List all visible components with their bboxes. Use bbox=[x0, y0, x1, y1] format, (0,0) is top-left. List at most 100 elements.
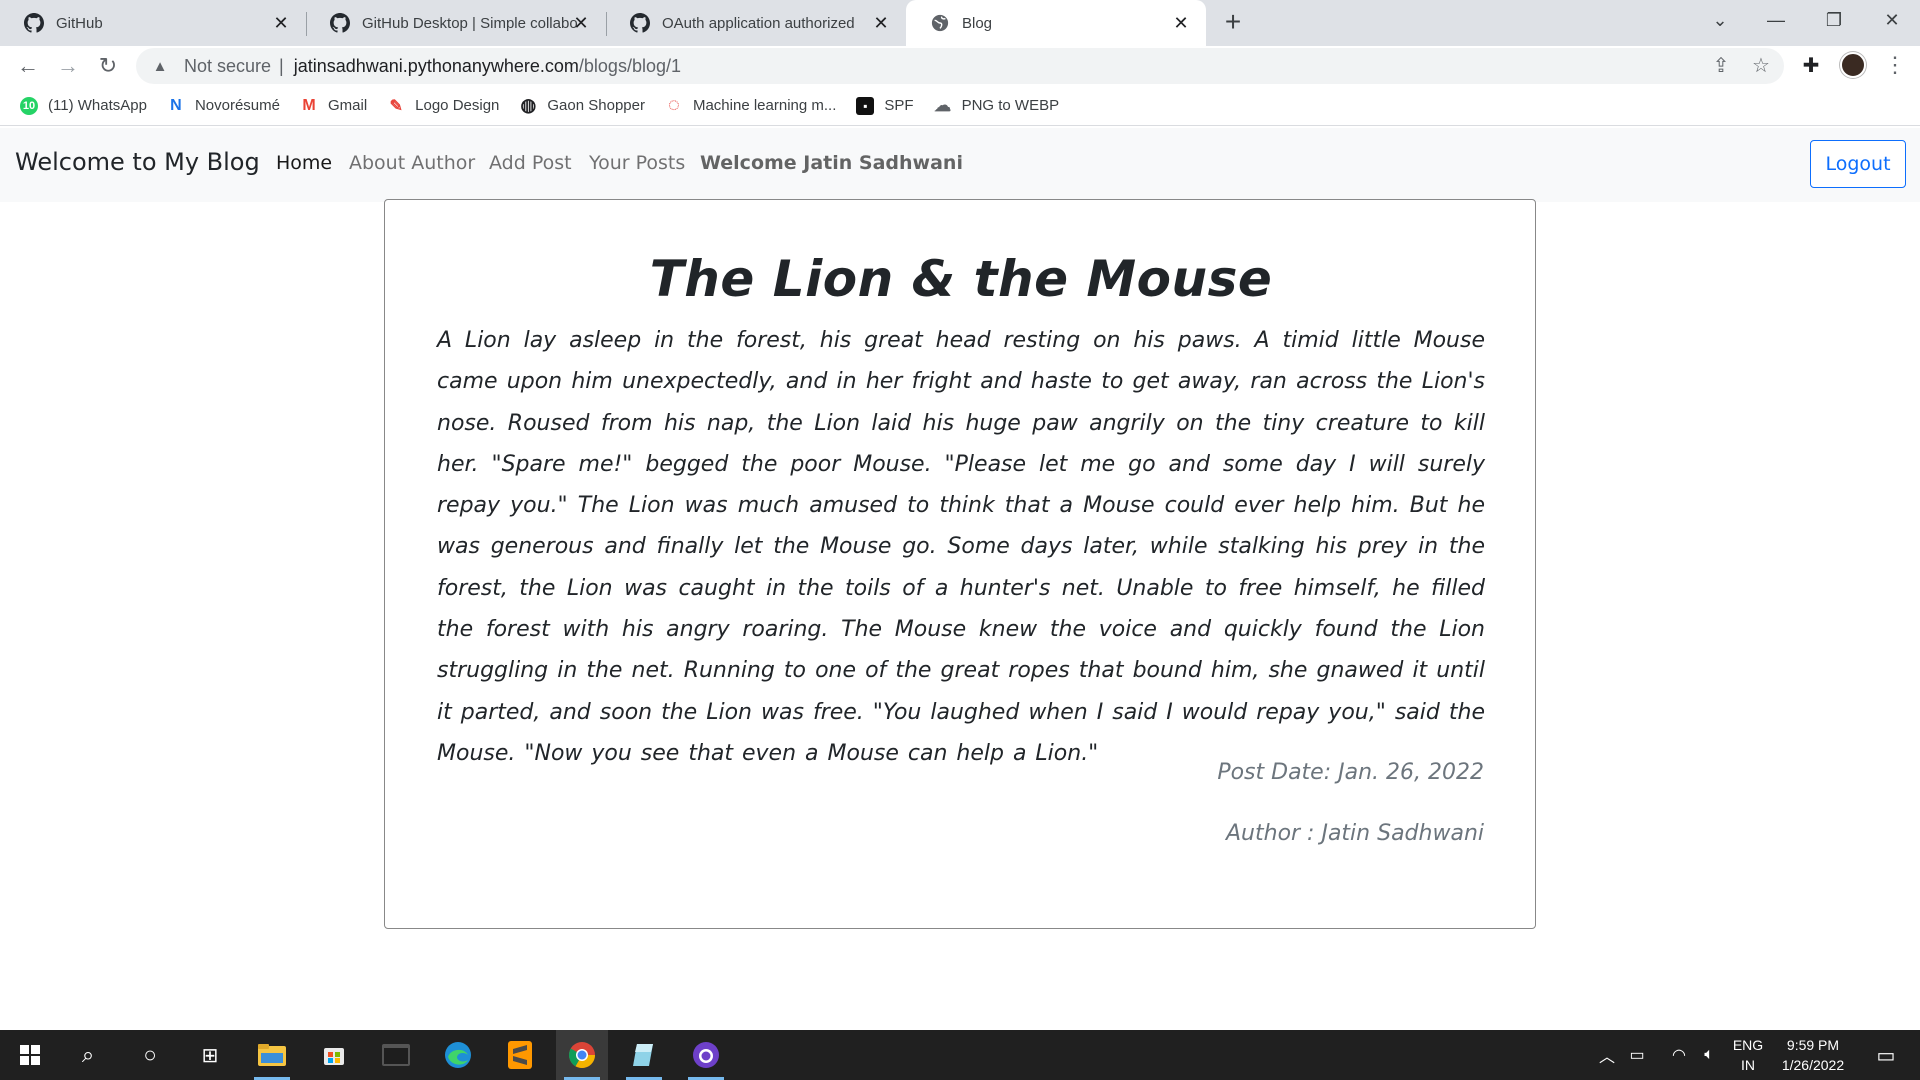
bookmark-png-to-webp[interactable]: ☁ PNG to WEBP bbox=[934, 95, 1060, 115]
bookmark-spf[interactable]: ▪ SPF bbox=[856, 96, 914, 115]
nav-home[interactable]: Home bbox=[276, 152, 332, 174]
site-navbar: Welcome to My Blog Home About Author Add… bbox=[0, 128, 1920, 202]
window-close-icon[interactable]: ✕ bbox=[1864, 0, 1920, 40]
bookmark-label: (11) WhatsApp bbox=[48, 97, 147, 114]
notes-app-icon[interactable] bbox=[618, 1030, 670, 1080]
tab-search-chevron-icon[interactable]: ⌄ bbox=[1692, 0, 1748, 40]
globe-icon: ◍ bbox=[520, 95, 537, 115]
novoresume-icon: N bbox=[170, 96, 182, 114]
address-bar[interactable]: ▲ Not secure | jatinsadhwani.pythonanywh… bbox=[136, 48, 1784, 84]
cloud-icon: ☁ bbox=[934, 95, 952, 115]
logo-design-icon: ✎ bbox=[389, 97, 403, 115]
welcome-user-text: Welcome Jatin Sadhwani bbox=[700, 152, 963, 174]
back-arrow-icon[interactable]: ← bbox=[12, 50, 44, 82]
tab-blog[interactable]: Blog ✕ bbox=[906, 0, 1206, 46]
task-view-icon[interactable]: ⊞ bbox=[184, 1030, 236, 1080]
bookmark-novoresume[interactable]: N Novorésumé bbox=[167, 97, 280, 115]
post-date: Post Date: Jan. 26, 2022 bbox=[1217, 760, 1484, 785]
post-card: The Lion & the Mouse A Lion lay asleep i… bbox=[384, 199, 1536, 929]
nav-add-post[interactable]: Add Post bbox=[489, 152, 572, 174]
new-tab-button[interactable]: + bbox=[1218, 8, 1248, 38]
minimize-icon[interactable]: — bbox=[1748, 0, 1804, 40]
logout-button[interactable]: Logout bbox=[1810, 140, 1906, 188]
terminal-icon[interactable] bbox=[370, 1030, 422, 1080]
globe-icon bbox=[930, 13, 950, 33]
tab-github-desktop[interactable]: GitHub Desktop | Simple collabo ✕ bbox=[306, 0, 606, 46]
github-icon bbox=[630, 13, 650, 33]
notification-center-icon[interactable]: ▭ bbox=[1860, 1030, 1912, 1080]
tab-title: GitHub Desktop | Simple collabo bbox=[362, 14, 578, 32]
edge-browser-icon[interactable] bbox=[432, 1030, 484, 1080]
browser-toolbar: ← → ↻ ▲ Not secure | jatinsadhwani.pytho… bbox=[0, 46, 1920, 86]
bookmark-gaon-shopper[interactable]: ◍ Gaon Shopper bbox=[519, 95, 645, 115]
language-indicator[interactable]: ENG IN bbox=[1730, 1035, 1766, 1075]
wifi-icon[interactable]: ◠ bbox=[1664, 1030, 1694, 1080]
post-title: The Lion & the Mouse bbox=[649, 250, 1273, 308]
tab-oauth[interactable]: OAuth application authorized ✕ bbox=[606, 0, 906, 46]
forward-arrow-icon[interactable]: → bbox=[52, 50, 84, 82]
nav-about-author[interactable]: About Author bbox=[349, 152, 475, 174]
browser-tab-strip: GitHub ✕ GitHub Desktop | Simple collabo… bbox=[0, 0, 1920, 46]
close-icon[interactable]: ✕ bbox=[270, 12, 292, 34]
sublime-text-icon[interactable] bbox=[494, 1030, 546, 1080]
nav-your-posts[interactable]: Your Posts bbox=[589, 152, 685, 174]
profile-avatar[interactable] bbox=[1840, 52, 1866, 78]
windows-taskbar: ⌕ ○ ⊞ ︿ ▭ ◠ 🔈︎ ENG IN 9:59 PM 1/26/2022 … bbox=[0, 1030, 1920, 1080]
warning-triangle-icon[interactable]: ▲ bbox=[150, 56, 170, 76]
battery-icon[interactable]: ▭ bbox=[1622, 1030, 1652, 1080]
whatsapp-icon: 10 bbox=[20, 96, 38, 115]
restore-icon[interactable]: ❐ bbox=[1806, 0, 1862, 40]
bookmark-gmail[interactable]: M Gmail bbox=[300, 97, 367, 115]
ml-icon: ◌ bbox=[668, 94, 680, 116]
chrome-icon[interactable] bbox=[556, 1030, 608, 1080]
language-code: ENG bbox=[1732, 1037, 1764, 1053]
bookmark-star-icon[interactable]: ☆ bbox=[1748, 52, 1774, 78]
file-explorer-icon[interactable] bbox=[246, 1030, 298, 1080]
tab-title: Blog bbox=[962, 14, 993, 32]
close-icon[interactable]: ✕ bbox=[570, 12, 592, 34]
site-brand[interactable]: Welcome to My Blog bbox=[15, 148, 260, 176]
clock-date: 1/26/2022 bbox=[1781, 1057, 1845, 1073]
browser-menu-icon[interactable]: ⋮ bbox=[1884, 50, 1906, 80]
post-body: A Lion lay asleep in the forest, his gre… bbox=[437, 328, 1485, 766]
tab-title: GitHub bbox=[56, 14, 103, 32]
close-icon[interactable]: ✕ bbox=[1170, 12, 1192, 34]
search-icon[interactable]: ⌕ bbox=[62, 1030, 114, 1080]
url-text[interactable]: jatinsadhwani.pythonanywhere.com/blogs/b… bbox=[294, 56, 681, 77]
url-host: jatinsadhwani.pythonanywhere.com bbox=[293, 55, 579, 76]
tray-chevron-up-icon[interactable]: ︿ bbox=[1592, 1030, 1622, 1080]
github-icon bbox=[330, 13, 350, 33]
bookmark-label: Gaon Shopper bbox=[547, 97, 645, 114]
cortana-icon[interactable]: ○ bbox=[124, 1030, 176, 1080]
spf-icon: ▪ bbox=[856, 96, 875, 115]
bookmark-label: Logo Design bbox=[415, 97, 500, 114]
post-author: Author : Jatin Sadhwani bbox=[1226, 821, 1484, 846]
reload-icon[interactable]: ↻ bbox=[92, 50, 124, 82]
extensions-puzzle-icon[interactable]: ✚ bbox=[1798, 52, 1824, 78]
bookmarks-bar: 10 (11) WhatsApp N Novorésumé M Gmail ✎ … bbox=[0, 86, 1920, 126]
tab-github[interactable]: GitHub ✕ bbox=[0, 0, 306, 46]
clock[interactable]: 9:59 PM 1/26/2022 bbox=[1772, 1035, 1854, 1075]
bookmark-label: Novorésumé bbox=[194, 97, 280, 114]
tab-title: OAuth application authorized bbox=[662, 14, 855, 32]
region-code: IN bbox=[1741, 1057, 1755, 1073]
close-icon[interactable]: ✕ bbox=[870, 12, 892, 34]
bookmark-label: SPF bbox=[884, 97, 914, 114]
gmail-icon: M bbox=[302, 96, 316, 114]
bookmark-whatsapp[interactable]: 10 (11) WhatsApp bbox=[20, 96, 147, 115]
bookmark-machine-learning[interactable]: ◌ Machine learning m... bbox=[665, 94, 837, 116]
share-icon[interactable]: ⇪ bbox=[1708, 52, 1734, 78]
clock-time: 9:59 PM bbox=[1786, 1037, 1840, 1053]
bookmark-label: Machine learning m... bbox=[692, 97, 837, 114]
divider: | bbox=[279, 55, 284, 76]
security-label[interactable]: Not secure bbox=[184, 56, 271, 77]
bookmark-label: PNG to WEBP bbox=[961, 97, 1060, 114]
url-path: /blogs/blog/1 bbox=[578, 55, 681, 76]
github-desktop-icon[interactable] bbox=[680, 1030, 732, 1080]
bookmark-label: Gmail bbox=[327, 97, 368, 114]
windows-start-icon[interactable] bbox=[4, 1030, 56, 1080]
microsoft-store-icon[interactable] bbox=[308, 1030, 360, 1080]
volume-muted-icon[interactable]: 🔈︎ bbox=[1694, 1030, 1724, 1080]
github-icon bbox=[24, 13, 44, 33]
bookmark-logo-design[interactable]: ✎ Logo Design bbox=[387, 97, 499, 115]
